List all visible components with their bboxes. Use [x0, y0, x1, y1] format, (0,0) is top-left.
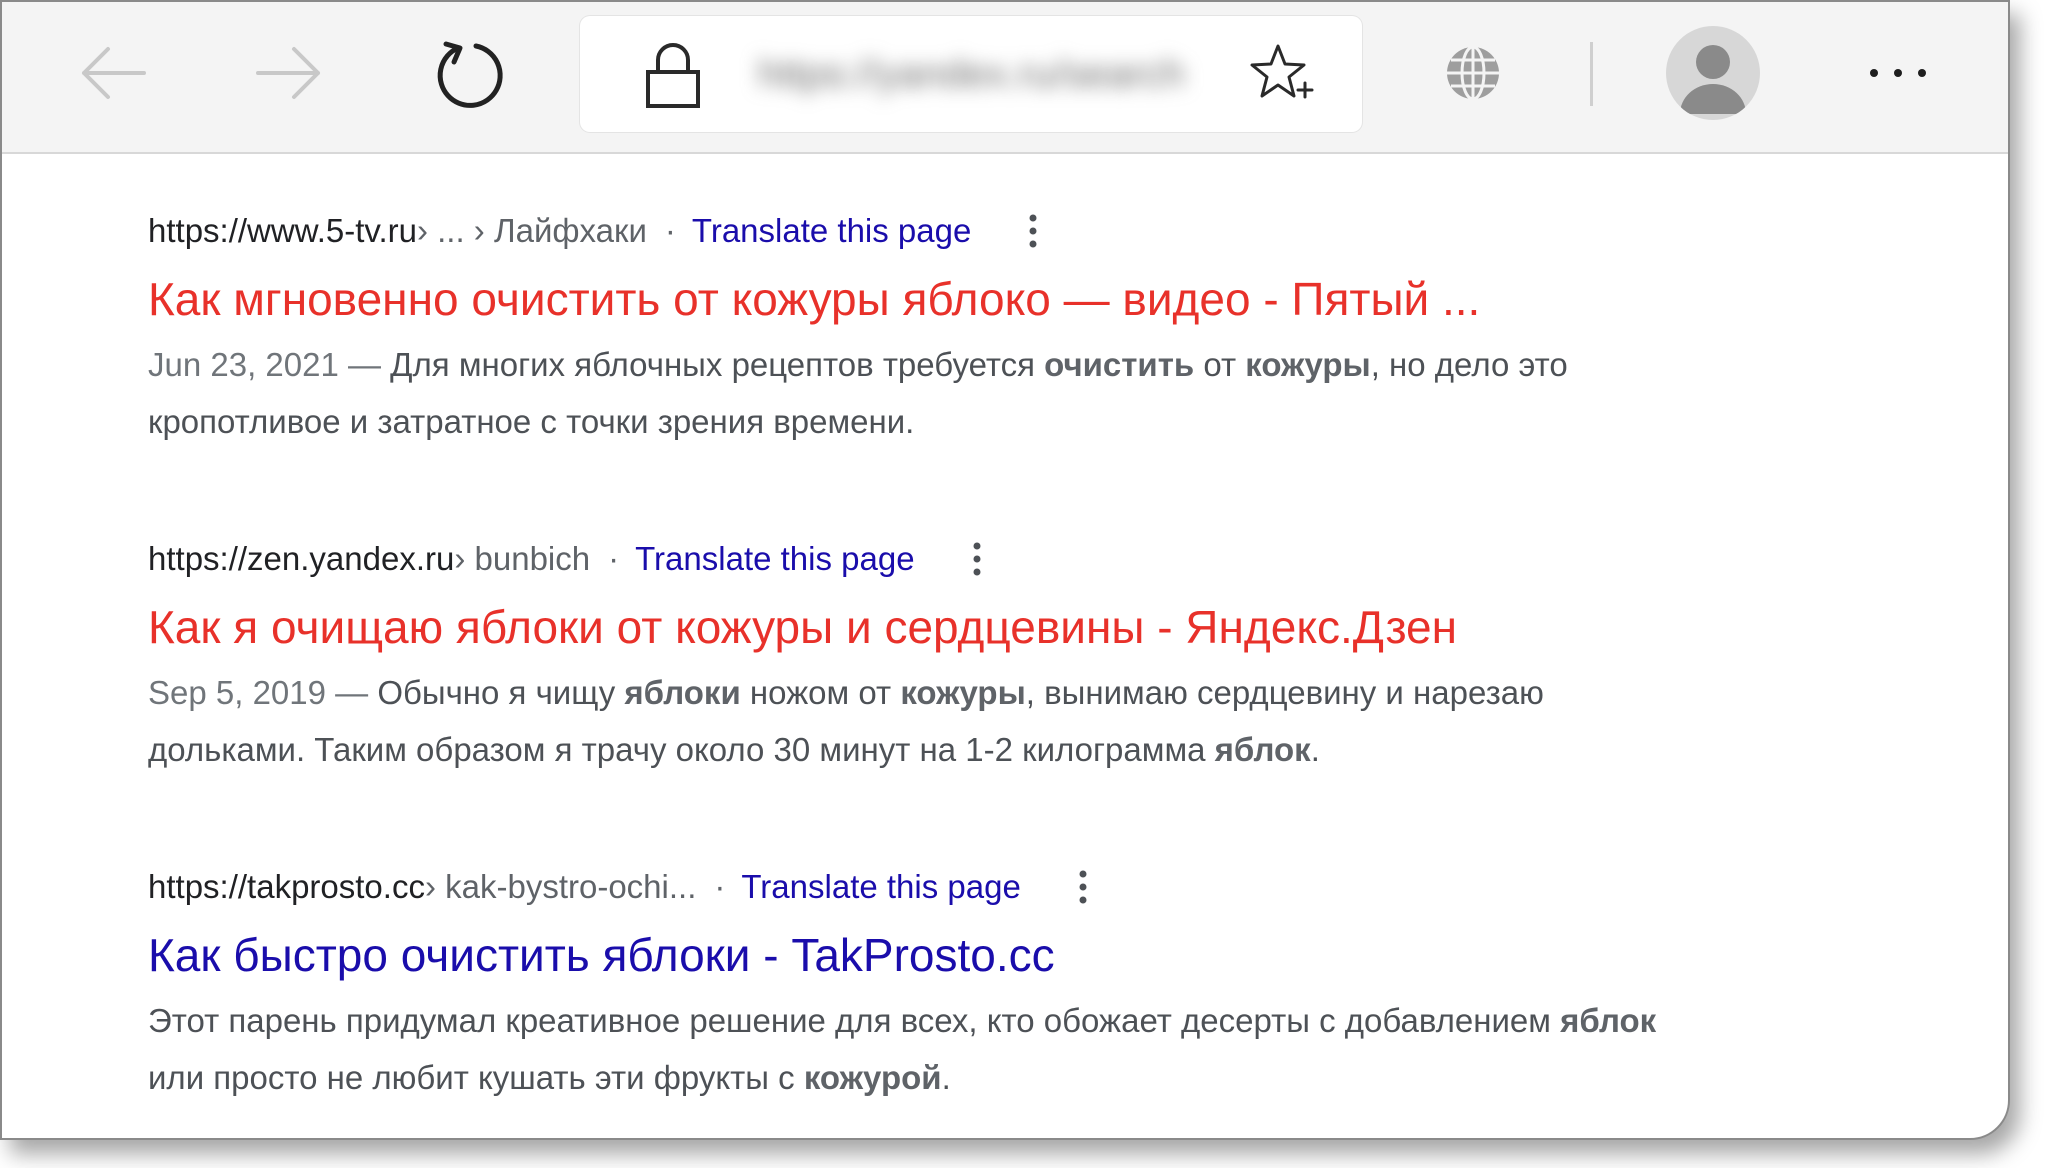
result-breadcrumb[interactable]: https://www.5-tv.ru › ... › Лайфхаки · T…: [148, 206, 1708, 256]
result-date: Sep 5, 2019 —: [148, 674, 378, 711]
result-url[interactable]: https://www.5-tv.ru: [148, 206, 417, 256]
snippet-text: .: [941, 1059, 951, 1096]
result-options-button[interactable]: [1073, 867, 1093, 907]
search-result: https://www.5-tv.ru › ... › Лайфхаки · T…: [148, 206, 1708, 450]
vertical-ellipsis-icon: [973, 542, 981, 576]
result-breadcrumb[interactable]: https://takprosto.cc › kak-bystro-ochi..…: [148, 862, 1708, 912]
profile-button[interactable]: [1666, 26, 1760, 120]
search-results: https://www.5-tv.ru › ... › Лайфхаки · T…: [148, 152, 2008, 1138]
snippet-highlight: яблок: [1214, 731, 1311, 768]
separator-dot: ·: [608, 540, 620, 577]
result-date: Jun 23, 2021 —: [148, 346, 391, 383]
snippet-text: ножом от: [740, 674, 901, 711]
search-result: https://zen.yandex.ru › bunbich · Transl…: [148, 534, 1708, 778]
snippet-text: от: [1194, 346, 1246, 383]
back-button[interactable]: [74, 34, 152, 112]
snippet-highlight: кожуры: [1245, 346, 1371, 383]
separator-dot: ·: [714, 868, 726, 905]
ellipsis-icon: [1870, 69, 1926, 77]
snippet-text: или просто не любит кушать эти фрукты с: [148, 1059, 804, 1096]
result-title-link[interactable]: Как быстро очистить яблоки - TakProsto.c…: [148, 926, 1708, 984]
result-url[interactable]: https://takprosto.cc: [148, 862, 425, 912]
browser-toolbar: https://yandex.ru/search: [2, 2, 2008, 154]
translate-link[interactable]: Translate this page: [741, 862, 1020, 912]
result-url[interactable]: https://zen.yandex.ru: [148, 534, 454, 584]
result-snippet: Sep 5, 2019 — Обычно я чищу яблоки ножом…: [148, 664, 1708, 778]
snippet-highlight: очистить: [1044, 346, 1195, 383]
lock-icon: [646, 43, 700, 108]
star-plus-icon[interactable]: [1248, 42, 1314, 108]
snippet-text: Этот парень придумал креативное решение …: [148, 1002, 1561, 1039]
address-bar[interactable]: https://yandex.ru/search: [580, 16, 1362, 132]
person-avatar-icon: [1680, 45, 1746, 114]
more-menu-button[interactable]: [1858, 48, 1938, 98]
vertical-ellipsis-icon: [1079, 870, 1087, 904]
reload-icon: [437, 41, 503, 108]
translate-link[interactable]: Translate this page: [635, 534, 914, 584]
result-title-link[interactable]: Как я очищаю яблоки от кожуры и сердцеви…: [148, 598, 1708, 656]
vertical-ellipsis-icon: [1029, 214, 1037, 248]
result-title-link[interactable]: Как мгновенно очистить от кожуры яблоко …: [148, 270, 1708, 328]
forward-button[interactable]: [250, 34, 328, 112]
search-result: https://takprosto.cc › kak-bystro-ochi..…: [148, 862, 1708, 1106]
result-path: › ... › Лайфхаки: [416, 212, 647, 249]
url-text-blurred: https://yandex.ru/search: [758, 52, 1185, 96]
snippet-highlight: яблоки: [624, 674, 741, 711]
browser-window: https://yandex.ru/search https://www.5-t…: [0, 0, 2010, 1140]
translate-button[interactable]: [1440, 40, 1506, 106]
toolbar-divider: [1590, 42, 1593, 106]
translate-link[interactable]: Translate this page: [692, 206, 971, 256]
result-options-button[interactable]: [1023, 211, 1043, 251]
snippet-highlight: кожурой: [803, 1059, 942, 1096]
separator-dot: ·: [664, 212, 676, 249]
result-path: › bunbich: [454, 540, 591, 577]
reload-button[interactable]: [428, 32, 512, 116]
snippet-highlight: кожуры: [900, 674, 1026, 711]
result-options-button[interactable]: [967, 539, 987, 579]
globe-icon: [1447, 45, 1499, 101]
snippet-text: Обычно я чищу: [377, 674, 625, 711]
result-path: › kak-bystro-ochi...: [424, 868, 697, 905]
result-snippet: Jun 23, 2021 — Для многих яблочных рецеп…: [148, 336, 1708, 450]
snippet-text: .: [1310, 731, 1320, 768]
snippet-highlight: яблок: [1560, 1002, 1657, 1039]
snippet-text: Для многих яблочных рецептов требуется: [390, 346, 1045, 383]
result-breadcrumb[interactable]: https://zen.yandex.ru › bunbich · Transl…: [148, 534, 1708, 584]
arrow-left-icon: [82, 47, 146, 99]
result-snippet: Этот парень придумал креативное решение …: [148, 992, 1708, 1106]
arrow-right-icon: [256, 47, 320, 99]
